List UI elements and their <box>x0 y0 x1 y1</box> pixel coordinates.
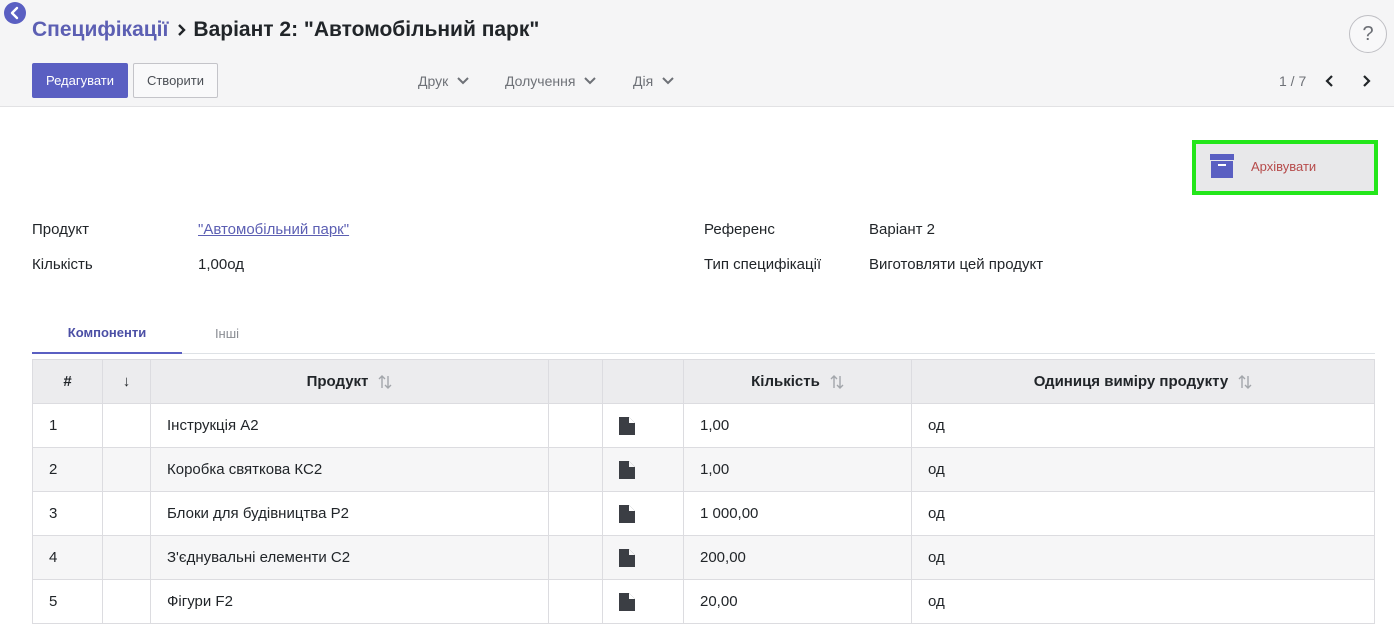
pager-next-button[interactable] <box>1358 70 1374 92</box>
chevron-left-icon <box>1325 75 1333 87</box>
document-icon <box>619 416 635 435</box>
column-header-quantity[interactable]: Кількість <box>684 360 912 403</box>
attachment-dropdown-label: Долучення <box>505 73 576 89</box>
row-handle <box>103 404 151 447</box>
help-button[interactable]: ? <box>1349 15 1387 53</box>
column-header-product[interactable]: Продукт <box>151 360 549 403</box>
row-uom[interactable]: од <box>912 448 1374 491</box>
breadcrumb-current: Варіант 2: "Автомобільний парк" <box>193 18 540 41</box>
row-product[interactable]: Фігури F2 <box>151 580 549 623</box>
row-empty <box>549 448 603 491</box>
chevron-right-icon <box>173 19 191 41</box>
row-attachment[interactable] <box>603 448 684 491</box>
row-index: 1 <box>33 404 103 447</box>
print-dropdown[interactable]: Друк <box>418 70 470 92</box>
row-handle <box>103 492 151 535</box>
action-dropdown-label: Дія <box>633 73 654 89</box>
tab-components[interactable]: Компоненти <box>32 312 182 354</box>
row-empty <box>549 536 603 579</box>
document-icon <box>619 504 635 523</box>
row-uom[interactable]: од <box>912 580 1374 623</box>
pager-value[interactable]: 1 / 7 <box>1279 70 1306 92</box>
row-handle <box>103 580 151 623</box>
product-link[interactable]: "Автомобільний парк" <box>198 221 349 238</box>
row-product[interactable]: Коробка святкова КС2 <box>151 448 549 491</box>
row-product[interactable]: З'єднувальні елементи С2 <box>151 536 549 579</box>
tab-other[interactable]: Інші <box>182 312 272 354</box>
sort-icon <box>1238 374 1252 389</box>
column-header-index: # <box>33 360 103 403</box>
table-row[interactable]: 1 Інструкція А2 1,00 од <box>32 404 1375 448</box>
action-dropdown[interactable]: Дія <box>633 70 675 92</box>
components-table: # ↓ Продукт Кількість Одиниця виміру про… <box>32 359 1375 624</box>
table-row[interactable]: 5 Фігури F2 20,00 од <box>32 580 1375 624</box>
archive-button-label: Архівувати <box>1251 159 1317 174</box>
table-row[interactable]: 3 Блоки для будівництва Р2 1 000,00 од <box>32 492 1375 536</box>
row-quantity[interactable]: 1,00 <box>684 404 912 447</box>
chevron-down-icon <box>457 77 469 85</box>
chevron-down-icon <box>584 77 597 85</box>
row-product[interactable]: Інструкція А2 <box>151 404 549 447</box>
column-header-product-label: Продукт <box>306 373 369 390</box>
bom-type-label: Тип специфікації <box>704 256 822 273</box>
breadcrumb-parent-link[interactable]: Специфікації <box>32 18 168 42</box>
product-label: Продукт <box>32 221 89 238</box>
chevron-down-icon <box>662 77 674 85</box>
row-handle <box>103 536 151 579</box>
row-index: 5 <box>33 580 103 623</box>
row-quantity[interactable]: 200,00 <box>684 536 912 579</box>
row-empty <box>549 492 603 535</box>
table-header: # ↓ Продукт Кількість Одиниця виміру про… <box>32 359 1375 404</box>
quantity-value: 1,00од <box>198 256 244 273</box>
row-attachment[interactable] <box>603 404 684 447</box>
row-attachment[interactable] <box>603 492 684 535</box>
row-product[interactable]: Блоки для будівництва Р2 <box>151 492 549 535</box>
reference-value: Варіант 2 <box>869 221 936 238</box>
column-header-uom-label: Одиниця виміру продукту <box>1033 373 1229 390</box>
row-quantity[interactable]: 1,00 <box>684 448 912 491</box>
row-index: 2 <box>33 448 103 491</box>
bom-type-value: Виготовляти цей продукт <box>869 256 1044 273</box>
row-uom[interactable]: од <box>912 492 1374 535</box>
column-header-uom[interactable]: Одиниця виміру продукту <box>912 360 1374 403</box>
column-header-attachments <box>603 360 684 403</box>
row-quantity[interactable]: 20,00 <box>684 580 912 623</box>
column-header-empty <box>549 360 603 403</box>
row-index: 3 <box>33 492 103 535</box>
archive-button[interactable]: Архівувати <box>1192 140 1378 195</box>
document-icon <box>619 592 635 611</box>
row-quantity[interactable]: 1 000,00 <box>684 492 912 535</box>
chevron-right-icon <box>1363 75 1371 87</box>
row-empty <box>549 404 603 447</box>
table-row[interactable]: 2 Коробка святкова КС2 1,00 од <box>32 448 1375 492</box>
notebook-tabs: Компоненти Інші <box>32 312 1375 354</box>
row-handle <box>103 448 151 491</box>
row-index: 4 <box>33 536 103 579</box>
row-attachment[interactable] <box>603 536 684 579</box>
pager-previous-button[interactable] <box>1322 70 1338 92</box>
create-button[interactable]: Створити <box>133 63 218 98</box>
row-uom[interactable]: од <box>912 536 1374 579</box>
sort-icon <box>378 374 392 389</box>
row-empty <box>549 580 603 623</box>
document-icon <box>619 548 635 567</box>
column-header-sequence[interactable]: ↓ <box>103 360 151 403</box>
breadcrumb: Специфікації Варіант 2: "Автомобільний п… <box>32 18 539 42</box>
document-icon <box>619 460 635 479</box>
reference-label: Референс <box>704 221 775 238</box>
back-arrow-icon[interactable] <box>4 2 26 24</box>
column-header-quantity-label: Кількість <box>751 373 820 390</box>
sort-icon <box>830 374 844 389</box>
edit-button[interactable]: Редагувати <box>32 63 128 98</box>
quantity-label: Кількість <box>32 256 93 273</box>
row-uom[interactable]: од <box>912 404 1374 447</box>
table-row[interactable]: 4 З'єднувальні елементи С2 200,00 од <box>32 536 1375 580</box>
row-attachment[interactable] <box>603 580 684 623</box>
attachment-dropdown[interactable]: Долучення <box>505 70 597 92</box>
archive-box-icon <box>1210 154 1234 178</box>
control-panel: Специфікації Варіант 2: "Автомобільний п… <box>0 0 1394 107</box>
print-dropdown-label: Друк <box>418 73 449 89</box>
